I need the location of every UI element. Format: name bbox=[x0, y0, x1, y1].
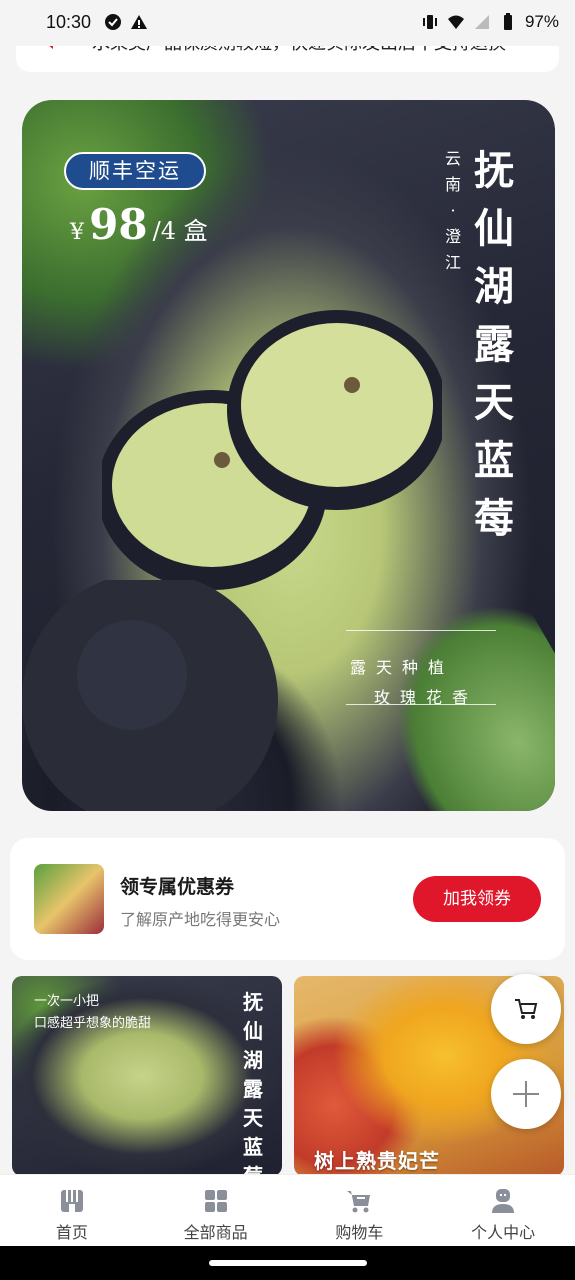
origin-char: 南 bbox=[444, 175, 461, 194]
tag-line-1: 露天种植 bbox=[350, 658, 455, 677]
status-notification-icons bbox=[104, 13, 148, 31]
tile-title-char: 天 bbox=[243, 1106, 263, 1130]
origin-char: 江 bbox=[444, 253, 461, 272]
blueberry-halves-image bbox=[102, 310, 442, 590]
nav-item-profile[interactable]: 个人中心 bbox=[431, 1175, 575, 1246]
nav-item-all-products[interactable]: 全部商品 bbox=[144, 1175, 288, 1246]
shipping-badge: 顺丰空运 bbox=[64, 152, 206, 190]
coupon-subtitle: 了解原产地吃得更安心 bbox=[120, 910, 281, 929]
tile-caption-1: 一次一小把 bbox=[34, 994, 100, 1009]
nav-label: 首页 bbox=[55, 1223, 88, 1242]
signal-icon bbox=[474, 15, 489, 29]
tile-title-char: 露 bbox=[243, 1077, 263, 1101]
hero-banner[interactable]: 顺丰空运 ¥ 98 /4 盒 云 南 · 澄 江 抚 仙 湖 露 天 蓝 莓 露… bbox=[22, 100, 555, 811]
tile-caption-2: 口感超乎想象的脆甜 bbox=[34, 1016, 152, 1031]
home-indicator[interactable] bbox=[209, 1260, 367, 1266]
product-tile-blueberry[interactable]: 一次一小把 口感超乎想象的脆甜 抚 仙 湖 露 天 蓝 莓 bbox=[12, 976, 282, 1176]
nav-item-home[interactable]: 首页 bbox=[0, 1175, 144, 1246]
hero-title: 抚 仙 湖 露 天 蓝 莓 bbox=[469, 142, 519, 548]
price-unit: /4 盒 bbox=[152, 217, 208, 245]
status-system-icons: 97% bbox=[421, 12, 559, 32]
title-char: 天 bbox=[474, 379, 514, 426]
nav-item-cart[interactable]: 购物车 bbox=[288, 1175, 432, 1246]
plus-icon bbox=[513, 1081, 539, 1107]
nav-label: 购物车 bbox=[335, 1223, 384, 1242]
title-char: 莓 bbox=[474, 495, 514, 542]
status-bar: 10:30 97% bbox=[0, 0, 575, 46]
tag-divider bbox=[346, 704, 496, 705]
floating-cart-button[interactable] bbox=[491, 974, 561, 1044]
gesture-bar bbox=[0, 1246, 575, 1280]
grid-icon bbox=[204, 1190, 227, 1212]
price-value: 98 bbox=[89, 200, 148, 249]
cart-icon bbox=[515, 999, 538, 1019]
tile-title: 抚 仙 湖 露 天 蓝 莓 bbox=[240, 988, 266, 1176]
fruit-box-thumbnail bbox=[34, 864, 104, 934]
hero-origin: 云 南 · 澄 江 bbox=[442, 146, 464, 276]
origin-char: 云 bbox=[444, 149, 461, 168]
tile-title-char: 湖 bbox=[243, 1048, 263, 1072]
check-circle-icon bbox=[105, 14, 121, 30]
price-symbol: ¥ bbox=[70, 220, 84, 245]
tile-title-char: 蓝 bbox=[243, 1135, 263, 1159]
tag-divider bbox=[346, 630, 496, 631]
user-icon bbox=[492, 1189, 515, 1213]
nav-label: 全部商品 bbox=[183, 1223, 248, 1242]
coupon-title: 领专属优惠券 bbox=[120, 876, 235, 898]
title-char: 湖 bbox=[474, 263, 514, 310]
blueberry-image bbox=[22, 580, 278, 811]
wifi-icon bbox=[447, 15, 464, 29]
shop-icon bbox=[60, 1190, 83, 1212]
tile-title-char: 抚 bbox=[243, 990, 263, 1014]
claim-coupon-button[interactable]: 加我领券 bbox=[413, 876, 541, 922]
origin-char: 澄 bbox=[444, 227, 461, 246]
origin-char: · bbox=[450, 201, 456, 220]
floating-add-button[interactable] bbox=[491, 1059, 561, 1129]
cart-icon bbox=[347, 1191, 371, 1213]
vibrate-icon bbox=[422, 15, 437, 29]
bottom-nav: 首页 全部商品 购物车 个人中心 bbox=[0, 1174, 575, 1246]
status-time: 10:30 bbox=[46, 12, 92, 32]
hero-price: ¥ 98 /4 盒 bbox=[70, 200, 208, 249]
tile-title: 树上熟贵妃芒 bbox=[314, 1149, 440, 1173]
coupon-card[interactable]: 领专属优惠券 了解原产地吃得更安心 加我领券 bbox=[10, 838, 565, 960]
title-char: 抚 bbox=[474, 147, 514, 194]
title-char: 蓝 bbox=[474, 437, 514, 484]
battery-icon bbox=[503, 13, 512, 30]
title-char: 仙 bbox=[474, 205, 514, 252]
title-char: 露 bbox=[474, 321, 514, 368]
tile-title-char: 仙 bbox=[243, 1019, 263, 1043]
hero-tagline: 露天种植 玫瑰花香 bbox=[350, 632, 500, 708]
warning-icon bbox=[131, 15, 147, 29]
battery-level: 97% bbox=[524, 12, 559, 31]
nav-label: 个人中心 bbox=[471, 1223, 536, 1242]
